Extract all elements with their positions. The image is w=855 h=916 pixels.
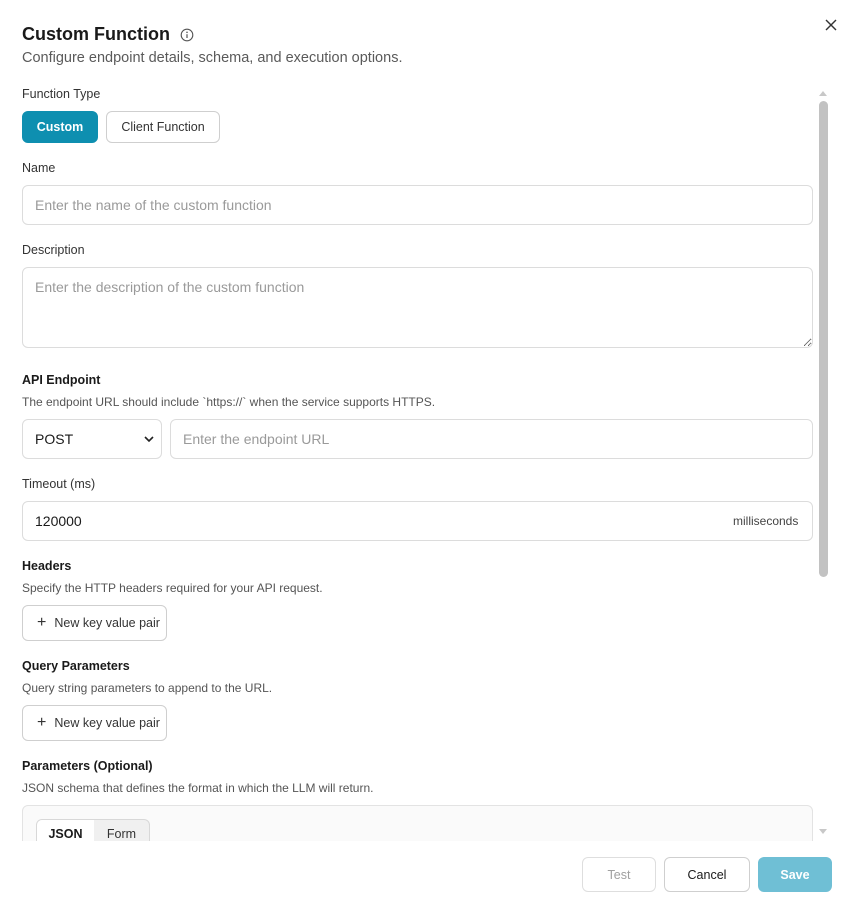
scroll-down-arrow-icon[interactable] <box>819 828 827 836</box>
query-parameters-hint: Query string parameters to append to the… <box>22 681 273 695</box>
scrollbar-thumb[interactable] <box>819 101 828 577</box>
custom-function-modal: Custom Function Configure endpoint detai… <box>0 0 855 916</box>
name-input[interactable] <box>22 185 813 225</box>
form-scroll-area[interactable]: Function Type Custom Client Function Nam… <box>0 84 855 841</box>
timeout-suffix: milliseconds <box>733 514 799 528</box>
scroll-up-arrow-icon[interactable] <box>819 89 827 97</box>
api-endpoint-hint: The endpoint URL should include `https:/… <box>22 395 436 409</box>
description-textarea[interactable] <box>22 267 813 348</box>
plus-icon: + <box>37 714 47 731</box>
parameters-label: Parameters (Optional) <box>22 759 153 773</box>
headers-add-button[interactable]: + New key value pair <box>22 605 167 641</box>
save-button[interactable]: Save <box>758 857 832 892</box>
endpoint-url-input[interactable] <box>170 419 813 459</box>
parameters-hint: JSON schema that defines the format in w… <box>22 781 374 795</box>
modal-subtitle: Configure endpoint details, schema, and … <box>22 50 403 66</box>
headers-label: Headers <box>22 559 72 573</box>
info-icon[interactable] <box>180 28 194 42</box>
timeout-input[interactable] <box>22 501 813 541</box>
query-parameters-add-button[interactable]: + New key value pair <box>22 705 167 741</box>
http-method-select[interactable]: POST <box>22 419 162 459</box>
close-icon <box>825 19 837 31</box>
plus-icon: + <box>37 614 47 631</box>
mode-form-tab[interactable]: Form <box>94 820 149 841</box>
name-label: Name <box>22 161 56 175</box>
type-custom-button[interactable]: Custom <box>22 111 98 143</box>
close-button[interactable] <box>821 15 841 35</box>
mode-json-tab[interactable]: JSON <box>37 820 94 841</box>
function-type-label: Function Type <box>22 87 101 101</box>
timeout-label: Timeout (ms) <box>22 477 96 491</box>
parameters-mode-toggle: JSON Form <box>36 819 150 841</box>
query-parameters-label: Query Parameters <box>22 659 130 673</box>
headers-add-label: New key value pair <box>54 616 160 630</box>
api-endpoint-label: API Endpoint <box>22 373 101 387</box>
type-client-function-button[interactable]: Client Function <box>106 111 220 143</box>
headers-hint: Specify the HTTP headers required for yo… <box>22 581 323 595</box>
query-parameters-add-label: New key value pair <box>54 716 160 730</box>
title-row: Custom Function <box>22 24 194 45</box>
cancel-button[interactable]: Cancel <box>664 857 750 892</box>
http-method-value: POST <box>35 431 74 447</box>
chevron-down-icon <box>144 436 154 443</box>
modal-title: Custom Function <box>22 24 170 44</box>
parameters-panel: JSON Form <box>22 805 813 841</box>
scrollbar[interactable] <box>817 84 829 841</box>
test-button[interactable]: Test <box>582 857 656 892</box>
description-label: Description <box>22 243 85 257</box>
